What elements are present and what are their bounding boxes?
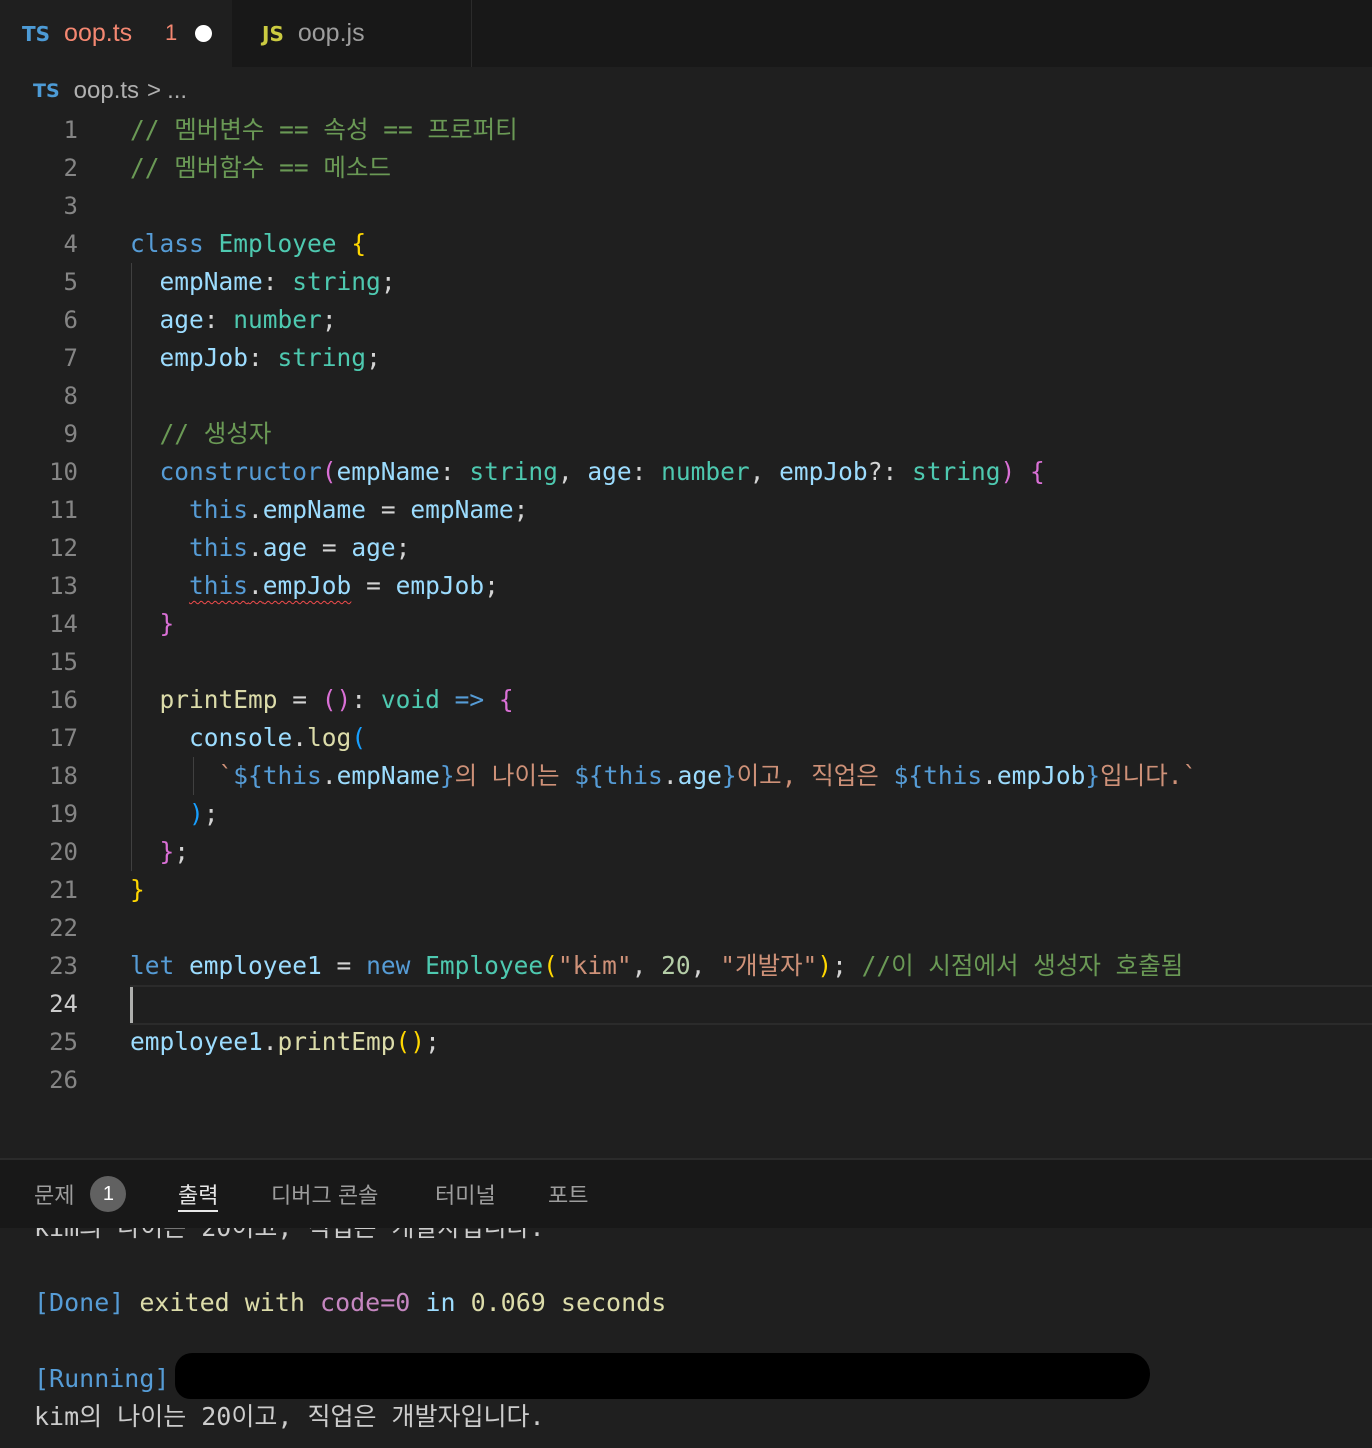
code-line: // 멤버함수 == 메소드 [0, 149, 1372, 187]
tab-label: oop.js [297, 19, 365, 47]
panel-tab-bar: 문제 1 출력 디버그 콘솔 터미널 포트 [0, 1160, 1372, 1228]
tab-label: oop.ts [64, 19, 133, 47]
tab-oop-ts[interactable]: TS oop.ts 1 [0, 0, 232, 67]
code-line: this.empJob = empJob; [189, 571, 499, 600]
breadcrumb-file[interactable]: oop.ts [74, 77, 139, 105]
chevron-right-icon: > [147, 77, 162, 104]
tab-label: 문제 [34, 1183, 75, 1208]
code-line: constructor(empName: string, age: number… [159, 457, 1045, 486]
code-editor[interactable]: 1 2 3 4 5 6 7 8 9 10 11 12 13 14 15 16 17 18 19 20 21 22 23 24 2… [0, 111, 1372, 1158]
code-line: }; [159, 837, 190, 866]
code-line: ); [189, 799, 219, 828]
code-line: empJob: string; [159, 343, 381, 372]
code-comment: // 생성자 [159, 419, 272, 448]
tab-oop-js[interactable]: JS oop.js [232, 0, 472, 67]
text-cursor [130, 987, 133, 1023]
tab-output[interactable]: 출력 [178, 1160, 219, 1228]
output-running-line: [Running] [34, 1364, 170, 1393]
tab-label: 디버그 콘솔 [271, 1183, 379, 1208]
type: string [292, 267, 381, 296]
editor-tab-bar: TS oop.ts 1 JS oop.js [0, 0, 1372, 67]
code-line: class Employee { [130, 229, 367, 258]
keyword: constructor [159, 457, 322, 486]
code-line: } [130, 875, 145, 904]
tab-debug-console[interactable]: 디버그 콘솔 [271, 1160, 378, 1228]
code-line: this.empName = empName; [189, 495, 529, 524]
code-line: empName: string; [159, 267, 396, 296]
keyword: class [130, 229, 204, 258]
output-done-line: [Done] exited with code=0 in 0.069 secon… [34, 1288, 667, 1317]
property: empName [159, 267, 263, 296]
line-number: 26 [49, 1066, 78, 1094]
line-number: 3 [63, 192, 78, 220]
tab-label: 출력 [178, 1183, 219, 1208]
error-squiggle[interactable]: this.empJob [189, 571, 351, 600]
method-name: printEmp [159, 685, 278, 714]
output-result-line: kim의 나이는 20이고, 직업은 개발자입니다. [34, 1402, 545, 1431]
tab-label: 포트 [548, 1183, 589, 1208]
typescript-file-icon: TS [22, 21, 51, 46]
unsaved-dot-icon[interactable] [195, 25, 212, 42]
code-line: let employee1 = new Employee("kim", 20, … [130, 951, 1184, 980]
tab-problem-count: 1 [165, 20, 178, 45]
code-line: // 생성자 [0, 415, 1372, 453]
code-line: `${this.empName}의 나이는 ${this.age}이고, 직업은… [218, 761, 1198, 790]
tab-ports[interactable]: 포트 [548, 1160, 588, 1228]
line-number: 8 [63, 382, 78, 410]
code-line: } [159, 609, 175, 638]
output-panel[interactable]: kim의 나이는 20이고, 직업은 개발자입니다. [Done] exited… [0, 1228, 1372, 1448]
tab-problems[interactable]: 문제 1 [34, 1160, 127, 1228]
tab-label: 터미널 [435, 1183, 496, 1208]
type: string [277, 343, 367, 372]
code-line: this.age = age; [189, 533, 411, 562]
type: number [233, 305, 322, 334]
property: empJob [159, 343, 249, 372]
code-line: printEmp = (): void => { [159, 685, 514, 714]
line-number: 24 [49, 990, 78, 1018]
line-number: 22 [49, 914, 78, 942]
javascript-file-icon: JS [262, 21, 284, 46]
property: age [159, 305, 204, 334]
code-line: console.log( [189, 723, 367, 752]
tab-terminal[interactable]: 터미널 [435, 1160, 496, 1228]
code-line: employee1.printEmp(); [130, 1027, 440, 1056]
code-line: // 멤버변수 == 속성 == 프로퍼티 [0, 111, 1372, 149]
line-number: 15 [49, 648, 78, 676]
current-line-highlight [130, 985, 1372, 1025]
class-name: Employee [218, 229, 337, 258]
code-comment: // 멤버함수 == 메소드 [130, 153, 392, 182]
redaction-mark [175, 1353, 1150, 1399]
typescript-file-icon: TS [33, 80, 60, 102]
breadcrumb-symbol[interactable]: ... [167, 77, 187, 105]
code-line: age: number; [159, 305, 337, 334]
breadcrumb: TS oop.ts > ... [33, 72, 187, 110]
problems-badge: 1 [90, 1176, 127, 1212]
output-line: kim의 나이는 20이고, 직업은 개발자입니다. [34, 1228, 545, 1247]
code-comment: // 멤버변수 == 속성 == 프로퍼티 [130, 115, 518, 144]
